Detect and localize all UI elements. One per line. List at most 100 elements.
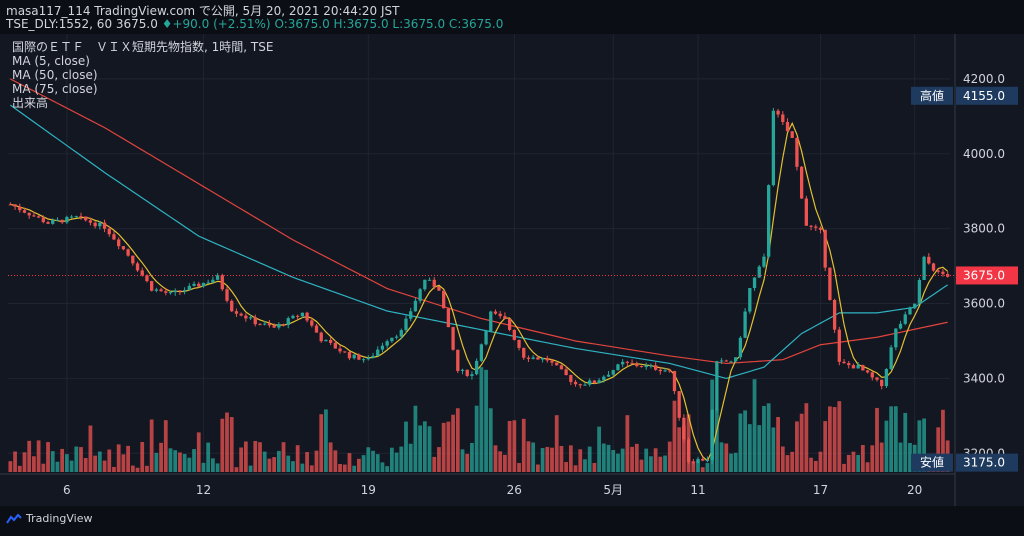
- candle-body: [856, 365, 860, 369]
- candle-body: [927, 256, 931, 264]
- volume-bar: [837, 401, 842, 472]
- volume-bar: [206, 442, 211, 472]
- volume-bar: [474, 405, 479, 472]
- legend-volume[interactable]: 出来高: [12, 96, 273, 110]
- volume-bar: [677, 427, 682, 472]
- volume-bar: [729, 453, 733, 472]
- volume-bar: [757, 425, 762, 472]
- volume-bar: [846, 454, 851, 472]
- candle-body: [573, 381, 578, 385]
- volume-bar: [663, 455, 667, 472]
- volume-bar: [342, 464, 347, 472]
- candle-body: [121, 246, 126, 250]
- candle-body: [639, 366, 644, 368]
- candle-body: [376, 349, 380, 356]
- volume-bar: [893, 406, 898, 472]
- candle-body: [762, 256, 766, 267]
- candle-body: [719, 360, 724, 362]
- candle-body: [941, 271, 945, 275]
- volume-bar: [107, 449, 112, 472]
- legend-ma50[interactable]: MA (50, close): [12, 68, 273, 82]
- volume-bar: [69, 460, 74, 472]
- volume-bar: [856, 454, 861, 472]
- tradingview-logo[interactable]: TradingView: [6, 512, 92, 525]
- candle-body: [192, 283, 196, 286]
- tradingview-icon: [6, 513, 22, 524]
- candle-body: [404, 318, 408, 331]
- volume-bar: [357, 458, 361, 472]
- candle-body: [507, 318, 512, 330]
- volume-bar: [437, 447, 441, 472]
- candle-body: [234, 311, 239, 314]
- candle-body: [338, 348, 342, 352]
- candle-body: [724, 360, 728, 362]
- candle-body: [837, 329, 841, 362]
- candle-body: [352, 354, 356, 359]
- candle-body: [484, 330, 488, 345]
- candle-body: [682, 417, 686, 440]
- candle-body: [606, 374, 611, 377]
- legend-ma75[interactable]: MA (75, close): [12, 82, 273, 96]
- candle-body: [36, 216, 41, 218]
- candle-body: [380, 345, 385, 350]
- volume-bar: [625, 415, 630, 472]
- candle-body: [60, 219, 64, 223]
- legend-ma5[interactable]: MA (5, close): [12, 54, 273, 68]
- candle-body: [446, 308, 451, 328]
- volume-bar: [380, 462, 385, 472]
- candle-body: [686, 439, 691, 462]
- volume-bar: [545, 446, 550, 472]
- candle-body: [41, 217, 45, 223]
- candle-body: [178, 290, 182, 292]
- volume-bar: [281, 442, 286, 472]
- volume-bar: [389, 447, 394, 472]
- candle-body: [300, 312, 305, 317]
- volume-bar: [432, 456, 437, 472]
- candle-body: [333, 342, 337, 349]
- candle-body: [531, 357, 535, 359]
- candle-body: [437, 286, 441, 291]
- volume-bar: [366, 447, 371, 472]
- candle-body: [385, 341, 389, 346]
- volume-bar: [470, 442, 474, 472]
- volume-bar: [484, 369, 488, 472]
- volume-bar: [140, 441, 145, 472]
- volume-bar: [667, 441, 672, 472]
- candle-body: [347, 352, 352, 359]
- volume-bar: [446, 421, 451, 472]
- candle-body: [55, 219, 60, 221]
- volume-bar: [828, 406, 832, 472]
- x-tick-label: 12: [196, 483, 211, 497]
- volume-bar: [785, 455, 790, 472]
- x-tick-label: 5月: [603, 483, 623, 497]
- candle-body: [931, 263, 936, 271]
- candle-body: [559, 365, 564, 370]
- candle-body: [357, 354, 361, 360]
- candle-body: [898, 323, 903, 329]
- candle-body: [917, 279, 922, 304]
- candle-body: [343, 351, 347, 353]
- volume-bar: [512, 420, 517, 472]
- candle-body: [743, 311, 747, 338]
- candle-body: [776, 110, 780, 115]
- x-tick-label: 19: [361, 483, 376, 497]
- volume-bar: [211, 458, 215, 472]
- candle-body: [310, 320, 314, 326]
- candle-body: [512, 329, 516, 340]
- volume-bar: [601, 443, 606, 472]
- candle-body: [922, 256, 926, 280]
- volume-bar: [121, 454, 126, 472]
- candle-body: [526, 357, 531, 359]
- volume-bar: [507, 420, 512, 472]
- volume-bar: [568, 445, 573, 472]
- candle-body: [578, 384, 582, 386]
- legend-title[interactable]: 国際のＥＴＦ ＶＩＸ短期先物指数, 1時間, TSE: [12, 40, 273, 54]
- volume-bar: [182, 453, 187, 472]
- volume-bar: [672, 400, 677, 472]
- footer: [0, 506, 1024, 536]
- volume-bar: [93, 455, 98, 472]
- volume-bar: [36, 440, 41, 472]
- candle-body: [442, 290, 446, 309]
- volume-bar: [371, 450, 375, 472]
- volume-bar: [361, 455, 366, 472]
